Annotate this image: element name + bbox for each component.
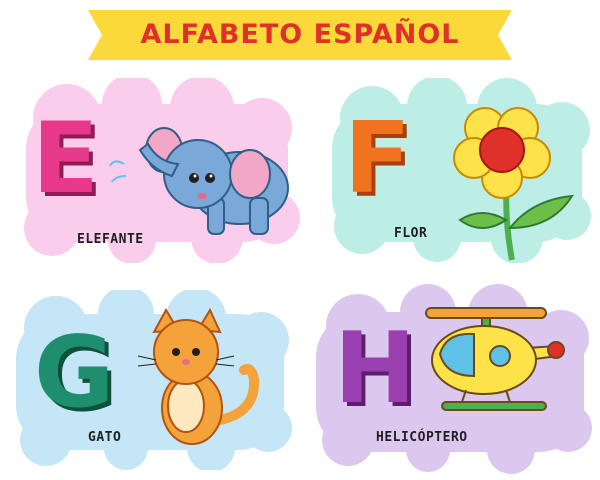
card-e: E ELEFANTE [12, 78, 302, 263]
page-title: ALFABETO ESPAÑOL [140, 19, 460, 50]
helicopter-icon [425, 307, 565, 411]
word-helicoptero: HELICÓPTERO [376, 430, 468, 445]
word-gato: GATO [88, 430, 122, 445]
card-g: G GATO [6, 290, 298, 470]
word-flor: FLOR [394, 226, 428, 241]
cat-icon [137, 307, 260, 445]
elephant-icon [109, 127, 289, 235]
word-elefante: ELEFANTE [77, 232, 144, 247]
card-h: H HELICÓPTERO [306, 284, 594, 474]
title-banner: ALFABETO ESPAÑOL [88, 10, 512, 60]
card-f: F FLOR [322, 78, 592, 263]
flower-icon [453, 107, 574, 261]
